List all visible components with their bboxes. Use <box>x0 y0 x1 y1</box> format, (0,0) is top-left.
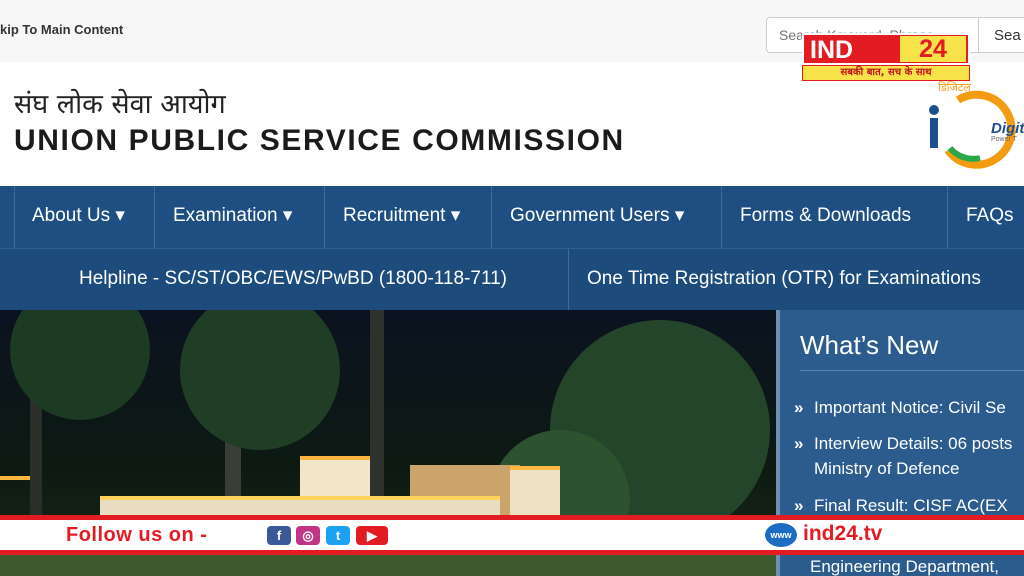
ind24-logo-top: IND 24 <box>802 33 970 65</box>
nav-divider <box>491 186 492 248</box>
nav-about-us[interactable]: About Us ▾ <box>32 186 125 248</box>
whats-new-item[interactable]: » Final Result: CISF AC(EX <box>794 496 1008 516</box>
nav-otr-registration[interactable]: One Time Registration (OTR) for Examinat… <box>587 249 981 311</box>
nav-helpline[interactable]: Helpline - SC/ST/OBC/EWS/PwBD (1800-118-… <box>79 249 507 311</box>
chevron-right-icon: » <box>794 398 804 417</box>
chevron-right-icon: » <box>794 496 804 515</box>
whats-new-divider <box>800 370 1024 371</box>
ind24-logo: IND 24 सबकी बात, सच के साथ <box>802 33 970 81</box>
ind24-tagline: सबकी बात, सच के साथ <box>802 65 970 81</box>
nav-examination[interactable]: Examination ▾ <box>173 186 292 248</box>
twitter-icon[interactable]: t <box>326 526 350 545</box>
digital-india-text: Digit <box>991 120 1024 137</box>
secondary-nav: Helpline - SC/ST/OBC/EWS/PwBD (1800-118-… <box>0 248 1024 311</box>
nav-divider <box>324 186 325 248</box>
whats-new-item-continued: Ministry of Defence <box>814 459 960 478</box>
ind24-domain[interactable]: ind24.tv <box>803 522 882 546</box>
nav-divider <box>721 186 722 248</box>
nav-faqs[interactable]: FAQs <box>966 186 1014 248</box>
nav-government-users[interactable]: Government Users ▾ <box>510 186 684 248</box>
whats-new-item-text: Final Result: CISF AC(EX <box>814 496 1008 515</box>
youtube-icon[interactable]: ▶ <box>356 526 388 545</box>
main-nav: About Us ▾ Examination ▾ Recruitment ▾ G… <box>0 186 1024 248</box>
search-button[interactable]: Sea <box>978 17 1024 53</box>
digital-india-hindi: डिजिटल <box>938 81 971 94</box>
whats-new-item-text: Important Notice: Civil Se <box>814 398 1006 417</box>
whats-new-partial-text: Engineering Department, <box>810 557 1000 576</box>
skip-to-main-link[interactable]: kip To Main Content <box>0 22 123 37</box>
nav-divider <box>568 249 569 311</box>
digital-india-tagline: Power T <box>991 136 1017 143</box>
nav-forms-downloads[interactable]: Forms & Downloads <box>740 186 911 248</box>
facebook-icon[interactable]: f <box>267 526 291 545</box>
follow-banner: Follow us on - f ◎ t ▶ www ind24.tv <box>0 515 1024 555</box>
ind24-brand-number: 24 <box>900 36 966 62</box>
instagram-icon[interactable]: ◎ <box>296 526 320 545</box>
nav-divider <box>14 186 15 248</box>
whats-new-title: What’s New <box>800 330 939 360</box>
nav-divider <box>154 186 155 248</box>
chevron-right-icon: » <box>794 434 804 453</box>
ind24-brand-name: IND <box>810 36 854 64</box>
hindi-title: संघ लोक सेवा आयोग <box>14 89 226 120</box>
globe-icon: www <box>765 523 797 547</box>
nav-recruitment[interactable]: Recruitment ▾ <box>343 186 460 248</box>
nav-divider <box>947 186 948 248</box>
english-title: UNION PUBLIC SERVICE COMMISSION <box>14 124 625 157</box>
whats-new-item[interactable]: » Important Notice: Civil Se <box>794 398 1006 418</box>
follow-text: Follow us on - <box>66 524 208 546</box>
whats-new-item[interactable]: » Interview Details: 06 posts <box>794 434 1012 454</box>
whats-new-item-text: Interview Details: 06 posts <box>814 434 1013 453</box>
